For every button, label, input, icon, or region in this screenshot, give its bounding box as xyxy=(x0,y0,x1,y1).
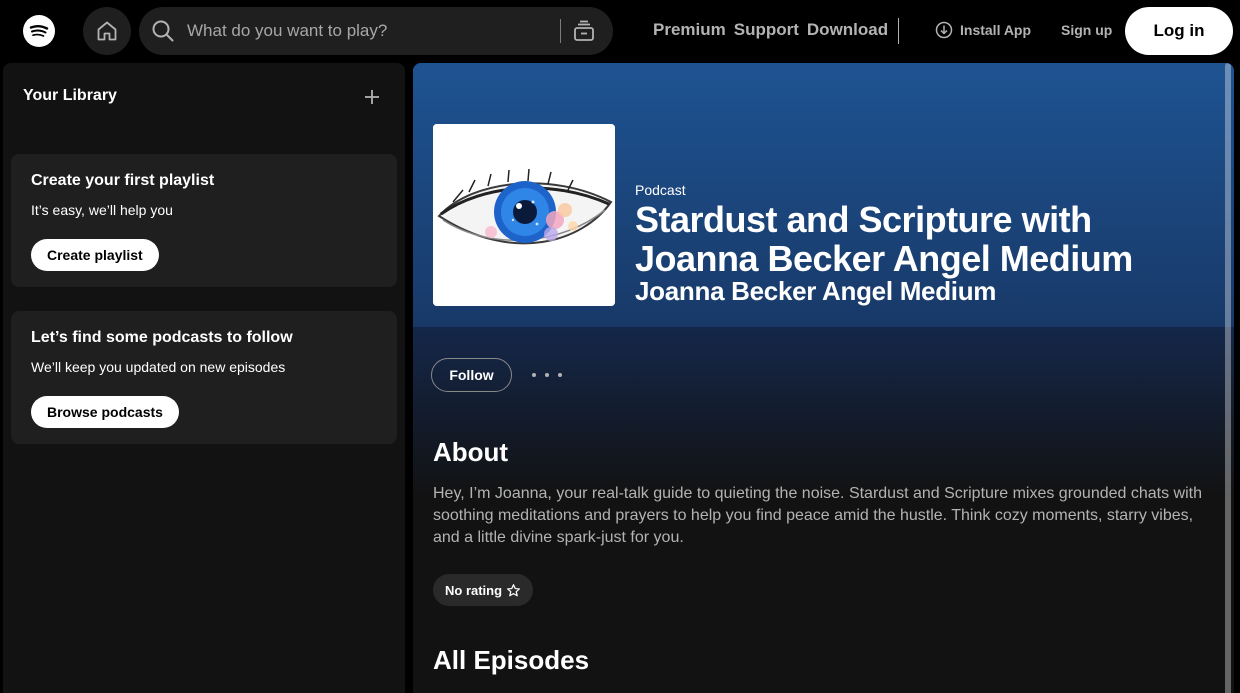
card-subtitle: It’s easy, we’ll help you xyxy=(31,202,173,218)
library-title[interactable]: Your Library xyxy=(23,87,117,105)
signup-button[interactable]: Sign up xyxy=(1061,22,1112,38)
browse-podcasts-card: Let’s find some podcasts to follow We’ll… xyxy=(11,311,397,444)
dot xyxy=(532,373,536,377)
nav-download-link[interactable]: Download xyxy=(807,20,888,40)
search-icon[interactable] xyxy=(151,19,175,43)
podcast-cover-image xyxy=(433,124,615,306)
search-input[interactable] xyxy=(187,17,547,45)
search-divider xyxy=(560,19,561,43)
podcast-main-view: Podcast Stardust and Scripture with Joan… xyxy=(413,63,1234,693)
content-type-label: Podcast xyxy=(635,182,686,198)
install-app-label: Install App xyxy=(960,22,1032,38)
nav-premium-link[interactable]: Premium xyxy=(653,20,726,40)
install-app-button[interactable]: Install App xyxy=(935,21,1031,39)
dot xyxy=(558,373,562,377)
nav-divider xyxy=(898,18,899,44)
plus-icon[interactable] xyxy=(361,86,383,108)
all-episodes-heading: All Episodes xyxy=(433,645,590,675)
podcast-author[interactable]: Joanna Becker Angel Medium xyxy=(635,276,996,307)
top-nav-links: Premium Support Download xyxy=(653,20,888,40)
card-title: Let’s find some podcasts to follow xyxy=(31,329,293,346)
browse-icon[interactable] xyxy=(572,19,596,43)
card-subtitle: We’ll keep you updated on new episodes xyxy=(31,359,286,375)
top-bar: Premium Support Download Install App Sig… xyxy=(0,0,1240,63)
about-heading: About xyxy=(433,437,509,467)
card-title: Create your first playlist xyxy=(31,172,215,189)
download-circle-icon xyxy=(935,21,953,39)
library-sidebar: Your Library Create your first playlist … xyxy=(3,63,405,693)
podcast-title: Stardust and Scripture with Joanna Becke… xyxy=(635,199,1133,279)
home-button[interactable] xyxy=(83,7,131,55)
create-playlist-button[interactable]: Create playlist xyxy=(31,239,159,271)
rating-button[interactable]: No rating xyxy=(433,574,534,606)
nav-support-link[interactable]: Support xyxy=(734,20,799,40)
rating-label: No rating xyxy=(445,582,503,598)
browse-podcasts-button[interactable]: Browse podcasts xyxy=(31,396,179,428)
spotify-logo-icon[interactable] xyxy=(23,15,55,47)
dot xyxy=(545,373,549,377)
search-bar xyxy=(139,7,613,55)
star-icon xyxy=(507,583,521,596)
follow-button[interactable]: Follow xyxy=(431,358,512,392)
login-button[interactable]: Log in xyxy=(1125,7,1233,55)
create-playlist-card: Create your first playlist It’s easy, we… xyxy=(11,154,397,287)
home-icon xyxy=(97,21,117,41)
main-scrollbar[interactable] xyxy=(1225,63,1231,693)
more-dots-icon[interactable] xyxy=(532,363,562,387)
about-description: Hey, I’m Joanna, your real-talk guide to… xyxy=(433,485,1203,546)
